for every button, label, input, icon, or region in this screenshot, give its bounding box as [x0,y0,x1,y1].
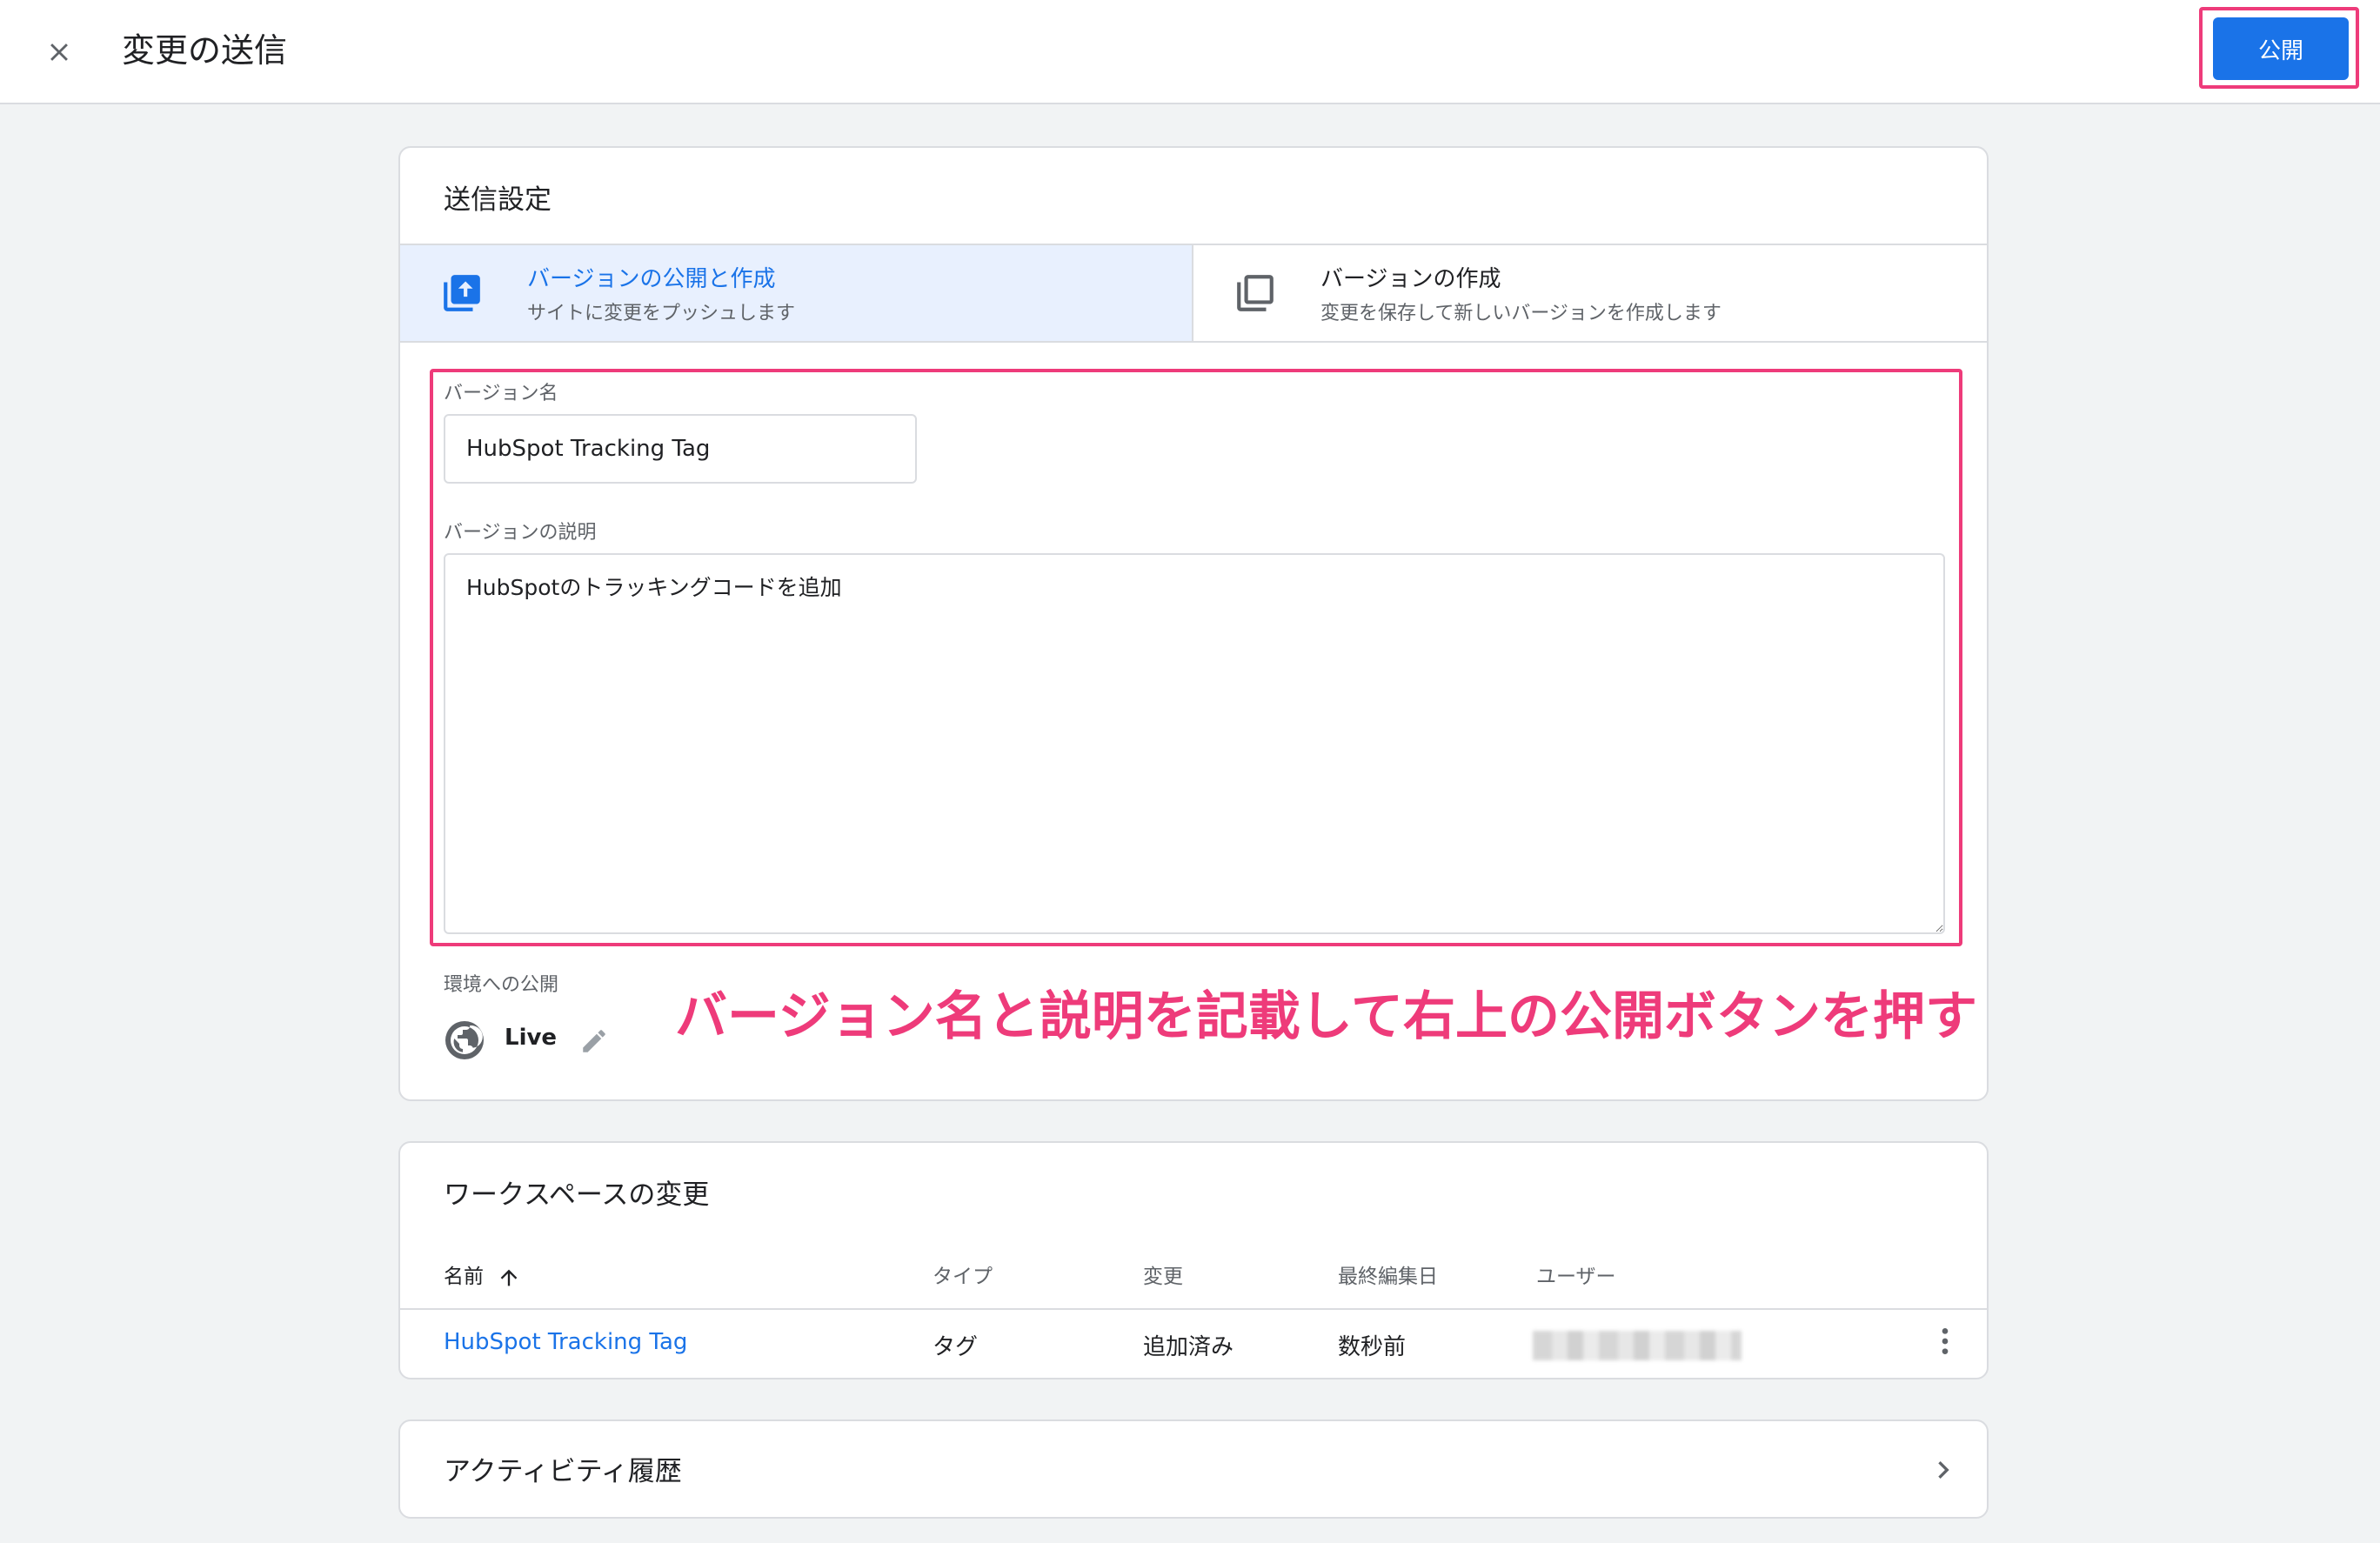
row-last-edited: 数秒前 [1338,1334,1407,1360]
publish-button[interactable]: 公開 [2213,17,2349,80]
option-create-subtitle: 変更を保存して新しいバージョンを作成します [1320,303,1721,324]
table-divider [400,1308,1987,1310]
column-header-change[interactable]: 変更 [1143,1259,1183,1289]
version-name-label: バージョン名 [444,383,558,404]
option-create-title: バージョンの作成 [1320,266,1501,292]
environment-label: 環境への公開 [444,974,559,996]
column-header-type[interactable]: タイプ [933,1259,993,1289]
chevron-right-icon [1938,1461,1949,1479]
pencil-edit-icon[interactable] [579,1026,609,1056]
activity-history-title: アクティビティ履歴 [444,1456,682,1487]
column-header-name-label: 名前 [444,1266,484,1288]
version-name-input[interactable] [444,414,917,484]
page-title: 変更の送信 [122,31,288,70]
option-publish-title: バージョンの公開と作成 [527,266,776,292]
submission-settings-title: 送信設定 [444,184,552,216]
workspace-changes-title: ワークスペースの変更 [444,1179,710,1211]
close-button[interactable] [35,28,84,77]
option-publish-subtitle: サイトに変更をプッシュします [527,303,796,324]
column-header-user[interactable]: ユーザー [1536,1259,1616,1289]
version-description-input[interactable]: HubSpotのトラッキングコードを追加 [444,553,1945,934]
globe-icon [445,1021,484,1059]
more-vert-icon[interactable] [1928,1324,1962,1359]
row-change: 追加済み [1143,1334,1234,1360]
row-user-redacted [1533,1331,1742,1360]
submission-settings-card: 送信設定 バージョンの公開と作成 サイトに変更をプッシュします バージョンの作成… [398,146,1989,1101]
environment-name: Live [505,1025,558,1051]
close-icon [50,43,68,61]
publish-upload-icon [444,275,480,311]
version-description-label: バージョンの説明 [444,522,597,544]
column-header-name[interactable]: 名前 [444,1259,521,1290]
workspace-changes-card: ワークスペースの変更 名前 タイプ 変更 最終編集日 ユーザー HubSpot … [398,1141,1989,1379]
instruction-annotation: バージョン名と説明を記載して右上の公開ボタンを押す [675,986,1977,1047]
top-bar: 変更の送信 公開 [0,0,2380,104]
column-header-last-edited[interactable]: 最終編集日 [1338,1259,1438,1289]
option-create-only[interactable]: バージョンの作成 変更を保存して新しいバージョンを作成します [1193,245,1987,341]
row-name-link[interactable]: HubSpot Tracking Tag [444,1329,687,1355]
copy-version-icon [1237,275,1274,311]
submission-option-row: バージョンの公開と作成 サイトに変更をプッシュします バージョンの作成 変更を保… [400,244,1987,343]
option-publish-and-create[interactable]: バージョンの公開と作成 サイトに変更をプッシュします [400,245,1193,341]
activity-history-card[interactable]: アクティビティ履歴 [398,1419,1989,1519]
sort-ascending-icon [500,1269,518,1286]
row-type: タグ [933,1334,979,1360]
